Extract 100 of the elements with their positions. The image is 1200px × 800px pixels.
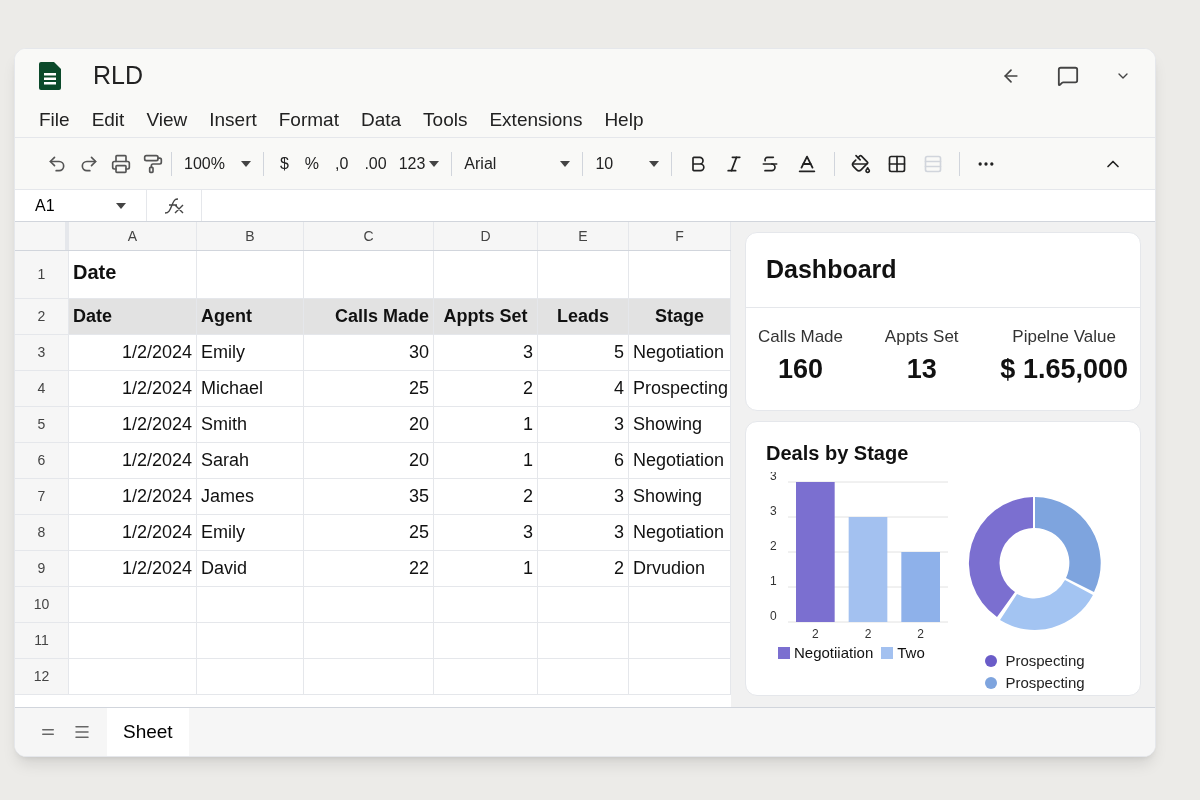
column-heading-cell-text: Leads [556,305,610,328]
row-number[interactable]: 2 [15,299,69,334]
document-title: RLD [93,60,143,92]
legend-label: Prospecting [1005,673,1085,693]
table-cell-text: 3 [522,521,533,544]
table-cell-text: Emily [201,341,246,364]
spreadsheet-logo-icon [39,62,61,90]
stat-label: Calls Made [758,325,844,348]
borders-icon[interactable] [887,153,908,174]
currency-button[interactable]: $ [271,151,297,176]
table-cell-text: 1/2/2024 [120,521,192,544]
table-cell-text: 2 [522,377,533,400]
table-cell-text: 3 [613,485,624,508]
table-cell-text: Showing [633,485,704,508]
column-header[interactable]: D [434,222,538,250]
legend-label: Prospecting [1005,650,1085,671]
increase-decimals-button[interactable]: .00 [356,151,395,176]
table-cell-text: 3 [522,341,533,364]
category-label: 2 [812,626,819,641]
row-number[interactable]: 12 [15,659,69,694]
caret-icon [116,202,126,209]
zoom-dropdown[interactable]: 100% [180,151,255,176]
menu-item[interactable]: Format [278,105,339,135]
table-cell-text: 25 [407,377,429,400]
undo-icon[interactable] [47,153,67,174]
sheet-tab[interactable]: Sheet [107,708,189,756]
table-cell-text: Smith [201,413,248,436]
category-label: 2 [864,626,872,641]
row-number[interactable]: 6 [15,443,69,478]
row-number[interactable]: 5 [15,407,69,442]
chart-title: Deals by Stage [766,440,910,466]
table-cell-text: 22 [407,557,429,580]
stat-value: $ 1.65,000 [1000,353,1128,386]
table-cell-text: Negotiation [633,341,726,364]
font-dropdown[interactable]: Arial [460,151,575,176]
row-number[interactable]: 10 [15,587,69,622]
row-number[interactable]: 1 [15,251,69,298]
column-header[interactable]: A [69,222,197,250]
column-header[interactable]: C [304,222,434,250]
paint-format-icon[interactable] [143,153,163,174]
row-number[interactable]: 4 [15,371,69,406]
column-heading-cell-text: Calls Made [333,305,429,328]
dashboard-title: Dashboard [746,233,1140,308]
table-cell-text: 6 [613,449,624,472]
table-cell-text: 1/2/2024 [120,341,192,364]
menu-item[interactable]: Help [604,105,644,135]
table-cell-text: 1 [522,413,533,436]
table-cell-text: 25 [407,521,429,544]
menu-item[interactable]: Data [360,105,402,135]
table-cell-text: 3 [613,413,624,436]
axis-tick-label: 2 [770,538,777,553]
axis-tick-label: 3 [770,471,777,483]
menu-item[interactable]: Tools [423,105,468,135]
menu-item[interactable]: View [146,105,188,135]
caret-icon [240,160,251,167]
column-heading-cell-text: Date [73,305,113,328]
fill-color-icon[interactable] [851,153,872,174]
menu-item[interactable]: Edit [91,105,125,135]
table-cell-text: Drvudion [633,557,707,580]
table-cell-text: Date [73,260,118,285]
column-heading-cell-text: Stage [654,305,705,328]
function-icon [163,196,185,215]
row-number[interactable]: 11 [15,623,69,658]
row-number[interactable]: 9 [15,551,69,586]
column-header[interactable]: B [197,222,304,250]
axis-tick-label: 3 [770,503,777,518]
print-icon[interactable] [111,153,131,174]
font-size-dropdown[interactable]: 10 [591,151,664,176]
table-cell-text: 35 [407,485,429,508]
menu-item[interactable]: Insert [209,105,257,135]
table-cell-text: 1/2/2024 [120,413,192,436]
percent-button[interactable]: % [296,151,328,176]
merge-cells-icon[interactable] [923,153,944,174]
column-heading-cell-text: Appts Set [442,305,529,328]
menu-item[interactable]: Extensions [489,105,583,135]
more-formats-button[interactable]: 123 [394,151,444,176]
table-cell-text: Negotiation [633,521,726,544]
legend-label: Two [897,642,925,663]
table-cell-text: 20 [407,413,429,436]
table-cell-text: 1/2/2024 [120,377,192,400]
table-cell-text: Prospecting [633,377,726,400]
column-header[interactable]: E [538,222,629,250]
table-cell-text: 3 [613,521,624,544]
table-cell-text: 20 [407,449,429,472]
table-cell-text: 30 [407,341,429,364]
comment-icon[interactable] [1057,65,1079,87]
row-number[interactable]: 8 [15,515,69,550]
table-cell-text: 2 [613,557,624,580]
legend-label: Negotiiation [794,642,874,663]
decrease-decimals-button[interactable]: ,0 [327,151,357,176]
name-box[interactable]: A1 [15,190,147,221]
stat-label: Appts Set [884,325,959,348]
menu-item[interactable]: File [39,105,70,135]
row-number[interactable]: 7 [15,479,69,514]
table-cell-text: 5 [613,341,624,364]
row-number[interactable]: 3 [15,335,69,370]
menu-icon[interactable] [73,723,91,741]
axis-tick-label: 1 [770,573,777,588]
redo-icon[interactable] [79,153,99,174]
stat-label: Pipelne Value [1012,325,1116,348]
